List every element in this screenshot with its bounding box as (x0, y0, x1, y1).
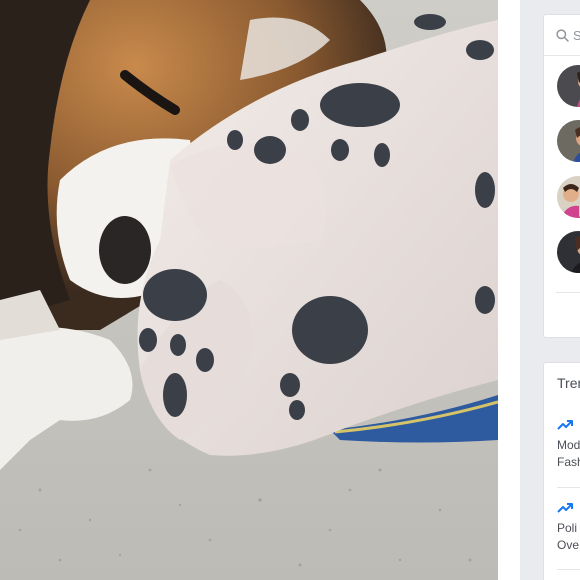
trending-arrow-icon (557, 420, 573, 430)
search-input[interactable]: S (573, 28, 580, 43)
trending-item[interactable]: Mod Fash (557, 419, 580, 471)
feed-separator (498, 0, 520, 580)
contact-avatar[interactable] (557, 120, 580, 162)
trending-item-line: Fash (557, 455, 580, 469)
trending-item-line: Poli (557, 521, 578, 535)
trending-item-line: Mod (557, 438, 580, 452)
trending-panel: Tren Mod Fash Poli Ove (543, 362, 580, 580)
contact-avatar[interactable] (557, 231, 580, 273)
trending-arrow-icon (557, 503, 573, 513)
puppy-photo-image (0, 0, 498, 580)
avatar (557, 65, 580, 107)
contacts-divider (556, 292, 580, 293)
contacts-search[interactable]: S (544, 15, 580, 56)
search-icon (556, 28, 569, 42)
trending-divider (557, 569, 580, 570)
contact-avatar[interactable] (557, 176, 580, 218)
trending-divider (557, 487, 580, 488)
trending-item[interactable]: Poli Ove (557, 502, 580, 554)
contacts-panel: S (543, 14, 580, 338)
contact-avatar[interactable] (557, 65, 580, 107)
avatar (557, 120, 580, 162)
avatar (557, 176, 580, 218)
post-photo[interactable] (0, 0, 498, 580)
trending-item-line: Ove (557, 538, 580, 552)
avatar (557, 231, 580, 273)
feed-frame: S (0, 0, 580, 580)
trending-title: Tren (557, 375, 580, 391)
